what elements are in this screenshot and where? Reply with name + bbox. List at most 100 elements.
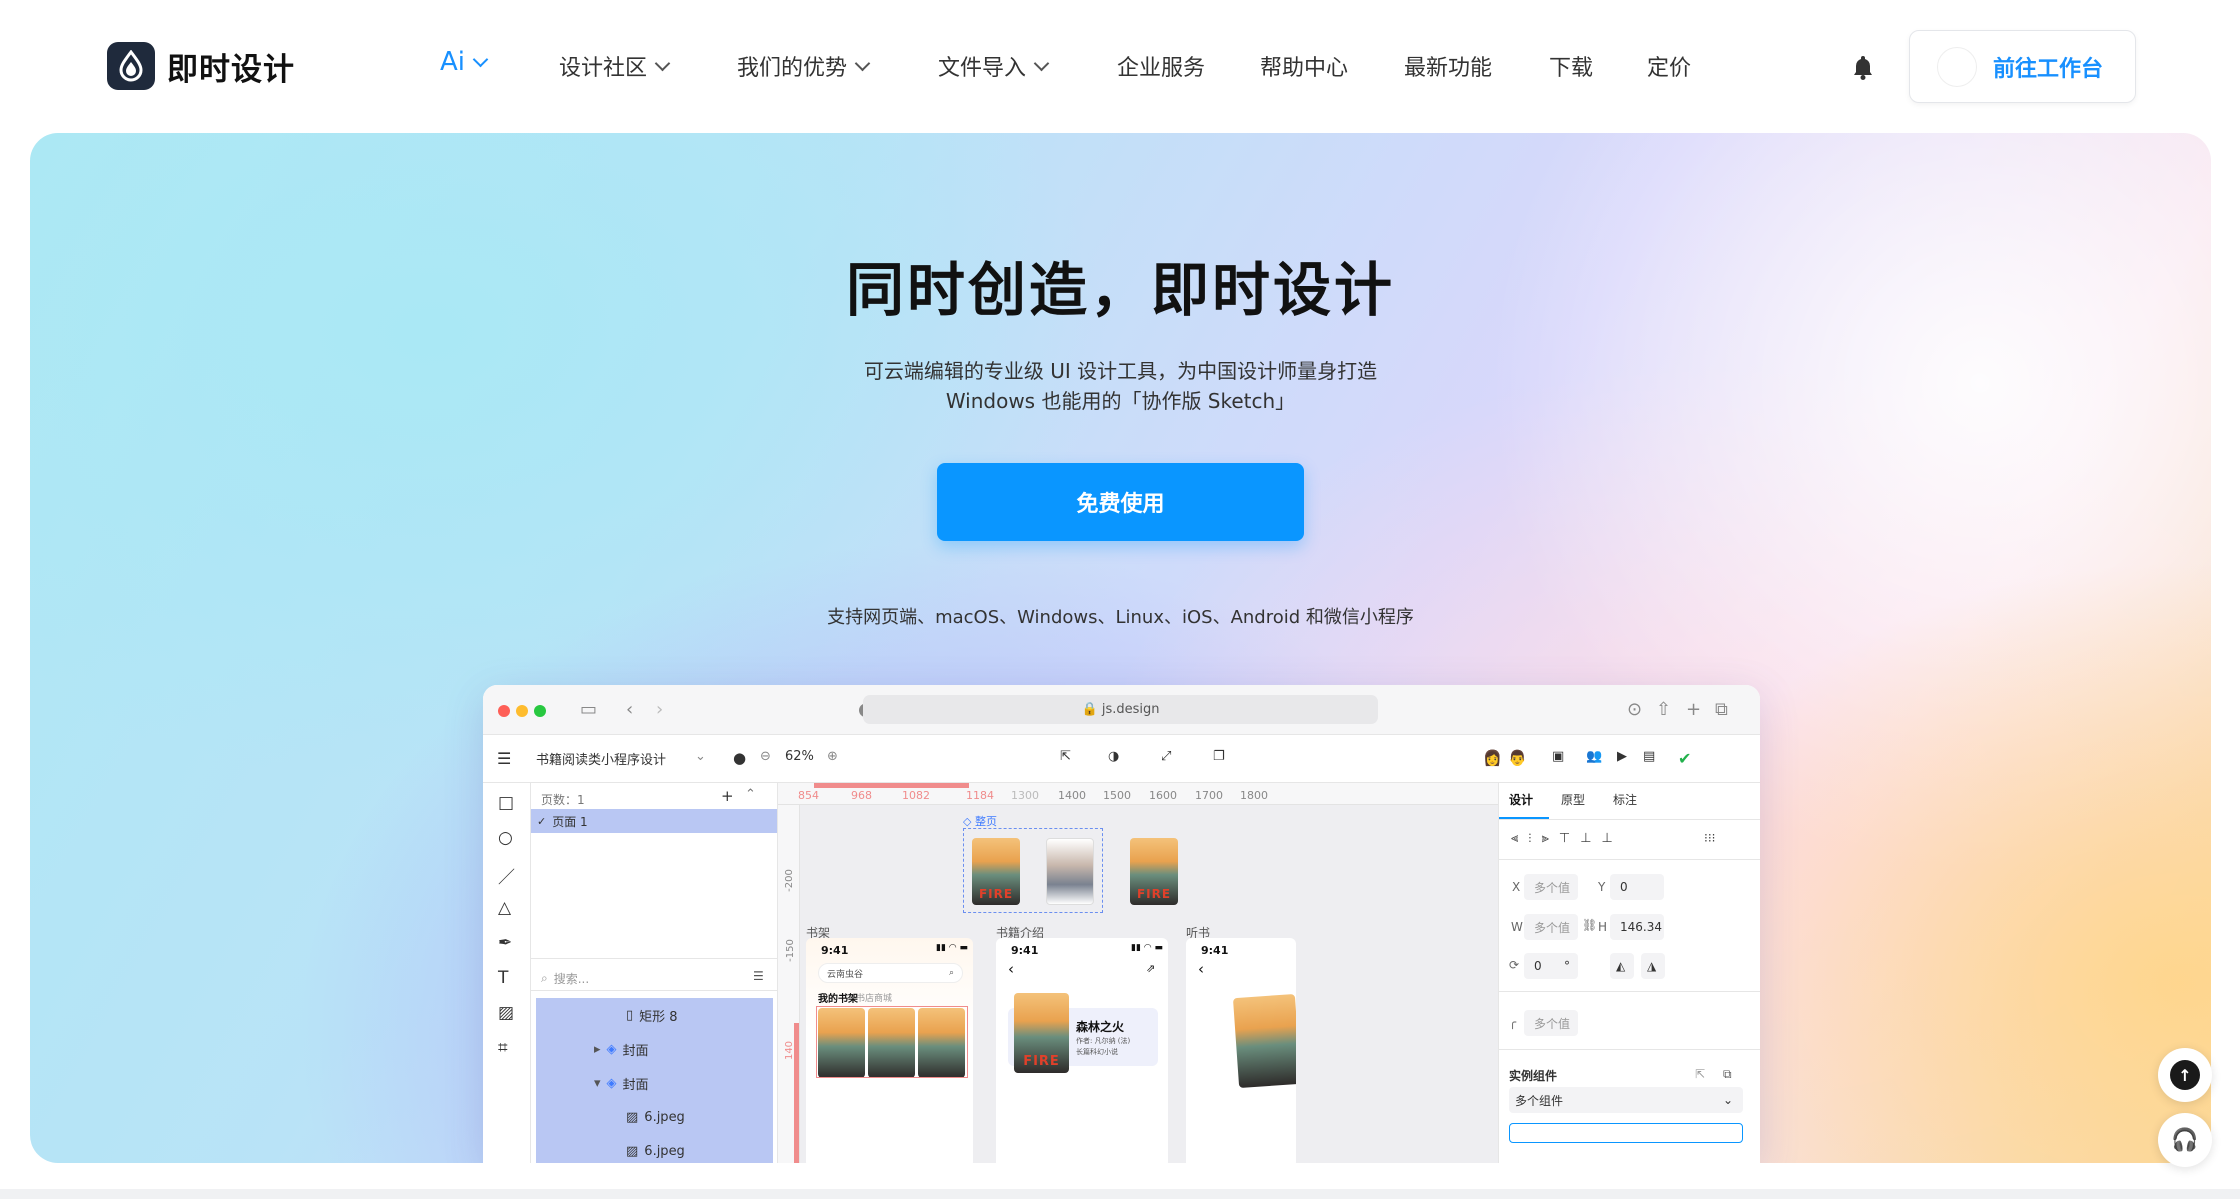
component-select[interactable]: 多个组件 ⌄	[1509, 1087, 1743, 1113]
book-cover-thumbnail: FIRE	[972, 838, 1020, 905]
corner-radius-icon: ╭	[1509, 1015, 1517, 1029]
divider	[1499, 859, 1760, 860]
collapse-icon[interactable]: ⌃	[745, 787, 756, 802]
x-field[interactable]: 多个值	[1524, 874, 1578, 900]
nav-label: 下载	[1549, 56, 1594, 81]
rotation-field[interactable]: 0 °	[1524, 953, 1578, 979]
app-preview-window: ▭ ‹ › ◐ 🔒 js.design ⊙ ⇧ + ⧉ ☰ 书籍阅读类小程序设计…	[483, 685, 1760, 1163]
new-tab-icon: +	[1686, 699, 1702, 720]
design-canvas[interactable]: 854 968 1082 1184 1300 1400 1500 1600 17…	[778, 783, 1498, 1163]
ruler-tick: 1800	[1240, 789, 1268, 802]
artboard-audiobook: 9:41 ‹	[1186, 938, 1296, 1163]
file-name[interactable]: 书籍阅读类小程序设计	[536, 749, 666, 768]
layer-row[interactable]: ▾ ◈ 封面	[536, 1066, 773, 1100]
avatar	[1937, 46, 1977, 87]
brand-name: 即时设计	[167, 51, 295, 88]
nav-item-pricing[interactable]: 定价	[1647, 50, 1691, 82]
nav-item-whats-new[interactable]: 最新功能	[1404, 50, 1492, 82]
briefcase-icon[interactable]: ▣	[1552, 749, 1564, 764]
h-label: H	[1598, 920, 1608, 934]
y-field[interactable]: 0	[1610, 874, 1664, 900]
scroll-to-top-button[interactable]: ↑	[2158, 1048, 2212, 1102]
ruler-tick: 1600	[1149, 789, 1177, 802]
nav-label: 帮助中心	[1260, 56, 1349, 81]
x-value: 多个值	[1534, 880, 1571, 895]
filter-icon[interactable]: ☰	[753, 969, 764, 983]
flip-vertical-icon[interactable]: ◮	[1641, 953, 1665, 979]
divider	[531, 958, 777, 959]
page-item[interactable]: ✓ 页面 1	[531, 809, 777, 833]
line-tool-icon[interactable]: ／	[498, 863, 515, 888]
pen-tool-icon[interactable]: ✒	[498, 933, 512, 953]
go-to-master-icon[interactable]: ⇱	[1695, 1067, 1705, 1081]
customer-service-button[interactable]: 🎧	[2158, 1113, 2212, 1167]
divider	[531, 990, 777, 991]
address-bar[interactable]: 🔒 js.design	[863, 695, 1378, 724]
menu-icon[interactable]: ☰	[497, 749, 511, 768]
page-bottom	[0, 1189, 2240, 1199]
nav-item-advantages[interactable]: 我们的优势	[737, 50, 871, 82]
nav-label: Ai	[440, 47, 466, 77]
layer-row[interactable]: ▸ ◈ 封面	[536, 1032, 773, 1066]
bell-icon[interactable]	[1852, 54, 1874, 84]
play-icon[interactable]: ▶	[1617, 749, 1627, 764]
divider	[1499, 991, 1760, 992]
nav-label: 企业服务	[1117, 56, 1206, 81]
book-cover: FIRE	[1014, 993, 1069, 1073]
nav-label: 我们的优势	[737, 56, 848, 81]
distribute-icon[interactable]: ⁝⁝⁝	[1704, 831, 1715, 845]
layer-label: 封面	[622, 1043, 649, 1059]
crop-icon[interactable]: ⤢	[1161, 749, 1171, 764]
rectangle-tool-icon[interactable]: □	[498, 793, 514, 813]
layer-label: 封面	[622, 1077, 649, 1093]
triangle-tool-icon[interactable]: △	[498, 898, 511, 918]
layer-row[interactable]: ▨ 6.jpeg	[536, 1134, 773, 1163]
nav-item-community[interactable]: 设计社区	[559, 50, 671, 82]
flip-horizontal-icon[interactable]: ◭	[1610, 953, 1634, 979]
nav-item-ai[interactable]: Ai	[440, 47, 489, 77]
w-field[interactable]: 多个值	[1524, 914, 1578, 940]
zoom-in-icon[interactable]: ⊕	[827, 749, 838, 764]
brand-logo[interactable]: 即时设计	[107, 42, 295, 90]
detach-icon[interactable]: ⧉	[1723, 1067, 1732, 1082]
users-icon[interactable]: 👥	[1586, 749, 1602, 764]
add-page-icon[interactable]: +	[721, 787, 734, 805]
component-icon: ◈	[606, 1041, 617, 1057]
go-to-workbench-button[interactable]: 前往工作台	[1909, 30, 2136, 103]
url-text: js.design	[1101, 702, 1160, 717]
layer-row[interactable]: ▯ 矩形 8	[536, 998, 773, 1032]
image-tool-icon[interactable]: ▨	[498, 1003, 514, 1023]
minimize-dot	[516, 705, 528, 717]
tab-design[interactable]: 设计	[1509, 791, 1533, 808]
nav-item-download[interactable]: 下载	[1549, 50, 1593, 82]
status-time: 9:41	[821, 944, 849, 957]
insert-icon[interactable]: ⇱	[1060, 749, 1071, 764]
text-tool-icon[interactable]: T	[498, 968, 508, 988]
mask-icon[interactable]: ◑	[1108, 749, 1119, 764]
ellipse-tool-icon[interactable]: ○	[498, 828, 513, 848]
chevron-down-icon	[654, 55, 671, 71]
component-icon[interactable]: ❐	[1213, 749, 1225, 764]
zoom-level[interactable]: 62%	[785, 749, 814, 764]
zoom-out-icon[interactable]: ⊖	[760, 749, 771, 764]
radius-field[interactable]: 多个值	[1524, 1010, 1578, 1036]
nav-item-import[interactable]: 文件导入	[938, 50, 1050, 82]
tab-annotate[interactable]: 标注	[1613, 791, 1637, 808]
tab-prototype[interactable]: 原型	[1561, 791, 1585, 808]
property-field[interactable]	[1509, 1123, 1743, 1143]
hero-subtitle-line: Windows 也能用的「协作版 Sketch」	[945, 389, 1296, 413]
frame-tool-icon[interactable]: ⌗	[498, 1038, 508, 1058]
theme-icon[interactable]: ●	[733, 749, 746, 767]
layer-row[interactable]: ▨ 6.jpeg	[536, 1100, 773, 1134]
nav-item-enterprise[interactable]: 企业服务	[1117, 50, 1205, 82]
align-toolbar[interactable]: ⫷⫶⫸⊤⊥⊥	[1511, 831, 1623, 846]
nav-item-help[interactable]: 帮助中心	[1260, 50, 1348, 82]
layout-icon[interactable]: ▤	[1643, 749, 1655, 764]
nav-label: 最新功能	[1404, 56, 1493, 81]
h-field[interactable]: 146.34	[1610, 914, 1664, 940]
artboard-book-intro: 9:41 ▮▮ ◠ ▬ ‹ ⇗ FIRE 森林之火 作者: 凡尔纳 (法) 长篇…	[996, 938, 1168, 1163]
layer-search[interactable]: ⌕ 搜索...	[541, 970, 589, 987]
free-use-button[interactable]: 免费使用	[937, 463, 1304, 541]
h-value: 146.34	[1620, 920, 1662, 934]
link-icon[interactable]: ⛓	[1582, 918, 1597, 932]
